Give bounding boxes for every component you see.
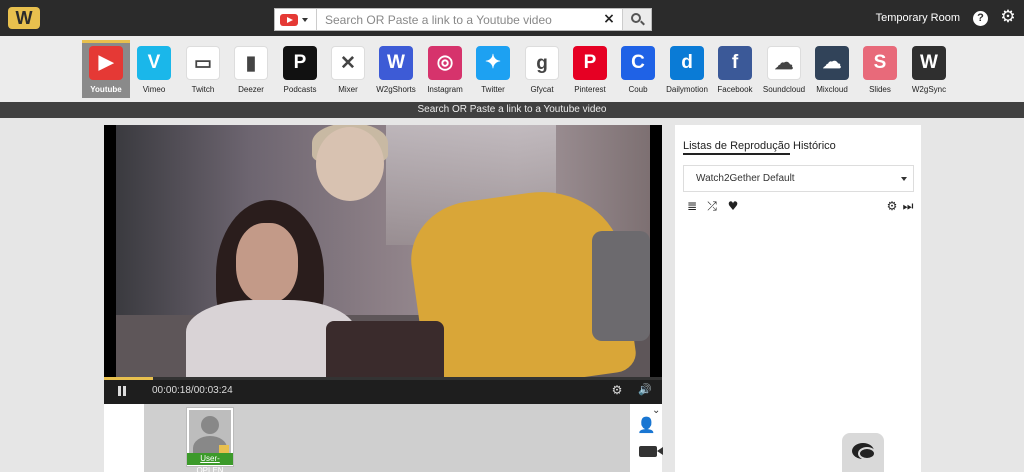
user-card[interactable]: User-OPLEN xyxy=(186,407,234,472)
player-settings-icon[interactable]: ⚙ xyxy=(610,382,624,398)
progress-bar[interactable] xyxy=(104,377,662,380)
list-icon[interactable]: ≣ xyxy=(685,199,699,213)
progress-fill xyxy=(104,377,154,380)
add-user-icon[interactable]: 👤 xyxy=(637,417,659,433)
provider-podcasts[interactable]: P Podcasts xyxy=(276,40,324,98)
youtube-icon: ▶ xyxy=(89,46,123,80)
provider-facebook[interactable]: f Facebook xyxy=(711,40,759,98)
skip-icon[interactable]: ⏭ xyxy=(901,199,915,213)
chat-button[interactable] xyxy=(842,433,884,472)
user-name[interactable]: User-OPLEN xyxy=(187,453,233,472)
provider-mixcloud[interactable]: ☁ Mixcloud xyxy=(808,40,856,98)
provider-instagram[interactable]: ◎ Instagram xyxy=(421,40,469,98)
chevron-down-icon xyxy=(302,18,308,22)
twitch-icon: ▭ xyxy=(186,46,220,80)
coub-icon: C xyxy=(621,46,655,80)
shuffle-icon[interactable]: ⤮ xyxy=(705,199,719,213)
help-icon[interactable]: ? xyxy=(973,11,988,26)
provider-youtube[interactable]: ▶ Youtube xyxy=(82,40,130,98)
pinterest-icon: P xyxy=(573,46,607,80)
provider-dropdown[interactable] xyxy=(275,9,317,30)
search-box: × xyxy=(274,8,652,31)
provider-slides[interactable]: S Slides xyxy=(856,40,904,98)
playlist-selected-value: Watch2Gether Default xyxy=(696,173,795,184)
provider-twitter[interactable]: ✦ Twitter xyxy=(469,40,517,98)
time-display: 00:00:18/00:03:24 xyxy=(152,385,233,396)
dailymotion-icon: d xyxy=(670,46,704,80)
instagram-icon: ◎ xyxy=(428,46,462,80)
chevron-down-icon xyxy=(901,177,907,181)
provider-dailymotion[interactable]: d Dailymotion xyxy=(663,40,711,98)
w2g-logo[interactable]: W xyxy=(8,7,40,29)
w2gshorts-icon: W xyxy=(379,46,413,80)
soundcloud-icon: ☁ xyxy=(767,46,801,80)
gear-icon[interactable]: ⚙ xyxy=(885,199,899,213)
volume-icon[interactable]: 🔊 xyxy=(638,382,652,398)
room-name[interactable]: Temporary Room xyxy=(868,12,960,24)
tab-history[interactable]: Histórico xyxy=(793,140,836,152)
provider-bar: ▶ Youtube V Vimeo ▭ Twitch ▮ Deezer P Podcasts ✕ Mi… xyxy=(0,36,1024,102)
tab-playlists[interactable]: Listas de Reprodução xyxy=(683,140,791,155)
mixcloud-icon: ☁ xyxy=(815,46,849,80)
twitter-icon: ✦ xyxy=(476,46,510,80)
chevron-down-icon[interactable]: ⌄ xyxy=(652,406,664,416)
provider-gfycat[interactable]: g Gfycat xyxy=(518,40,566,98)
youtube-icon xyxy=(280,14,298,26)
pause-icon[interactable] xyxy=(118,386,127,396)
podcasts-icon: P xyxy=(283,46,317,80)
provider-w2gshorts[interactable]: W W2gShorts xyxy=(372,40,420,98)
provider-twitch[interactable]: ▭ Twitch xyxy=(179,40,227,98)
mixer-icon: ✕ xyxy=(331,46,365,80)
provider-deezer[interactable]: ▮ Deezer xyxy=(227,40,275,98)
provider-coub[interactable]: C Coub xyxy=(614,40,662,98)
facebook-icon: f xyxy=(718,46,752,80)
provider-soundcloud[interactable]: ☁ Soundcloud xyxy=(760,40,808,98)
vimeo-icon: V xyxy=(137,46,171,80)
deezer-icon: ▮ xyxy=(234,46,268,80)
gfycat-icon: g xyxy=(525,46,559,80)
users-strip: User-OPLEN ⌄ 👤 xyxy=(144,404,663,472)
search-input[interactable] xyxy=(325,11,595,28)
users-area: User-OPLEN ⌄ 👤 xyxy=(104,404,663,472)
provider-vimeo[interactable]: V Vimeo xyxy=(130,40,178,98)
playlist-select[interactable]: Watch2Gether Default xyxy=(683,165,914,192)
provider-label: W2gSync xyxy=(911,85,947,94)
w2gsync-icon: W xyxy=(912,46,946,80)
heart-icon[interactable]: ♥ xyxy=(726,199,740,213)
slides-icon: S xyxy=(863,46,897,80)
avatar xyxy=(189,410,231,456)
clear-search-icon[interactable]: × xyxy=(599,10,619,29)
playlist-panel: Listas de Reprodução Histórico Watch2Get… xyxy=(675,125,921,472)
provider-w2gsync[interactable]: W W2gSync xyxy=(905,40,953,98)
search-hint: Search OR Paste a link to a Youtube vide… xyxy=(0,102,1024,118)
player-controls: 00:00:18/00:03:24 ⚙ 🔊 xyxy=(104,377,662,404)
provider-mixer[interactable]: ✕ Mixer xyxy=(324,40,372,98)
search-button[interactable] xyxy=(622,9,651,30)
provider-pinterest[interactable]: P Pinterest xyxy=(566,40,614,98)
settings-gear-icon[interactable]: ⚙ xyxy=(999,8,1017,26)
top-bar: W × Temporary Room ? ⚙ xyxy=(0,0,1024,36)
video-player[interactable] xyxy=(104,125,662,377)
camera-icon[interactable] xyxy=(639,446,663,457)
video-frame xyxy=(116,125,650,377)
